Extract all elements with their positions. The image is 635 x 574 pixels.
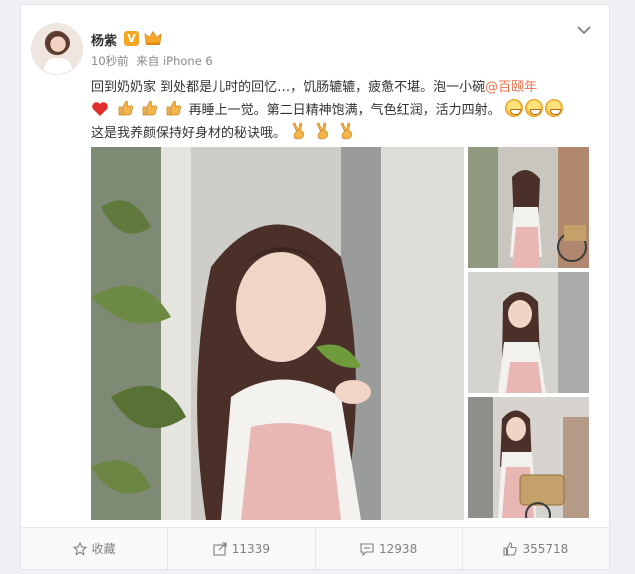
- avatar-face: [46, 32, 70, 54]
- comment-button[interactable]: 12938: [316, 528, 463, 569]
- avatar[interactable]: [31, 23, 83, 75]
- verified-badge-icon[interactable]: V: [124, 31, 139, 46]
- grin-emoji: [524, 99, 543, 117]
- comment-count: 12938: [379, 541, 418, 556]
- favorite-label: 收藏: [91, 542, 116, 556]
- thumbnail-1-illustration: [468, 147, 589, 268]
- grin-emoji: [504, 99, 523, 117]
- like-icon: [503, 541, 518, 556]
- thumbnail-photo-2[interactable]: [468, 272, 589, 393]
- post-time[interactable]: 10秒前: [91, 54, 129, 68]
- grin-emoji: [544, 99, 563, 117]
- heart-emoji: [92, 102, 108, 116]
- chevron-down-icon[interactable]: [577, 25, 591, 35]
- comment-icon: [360, 542, 374, 556]
- victory-emoji: [316, 122, 329, 140]
- victory-emoji: [340, 122, 353, 140]
- post-text-line1: 回到奶奶家 到处都是儿时的回忆…，饥肠辘辘，疲惫不堪。泡一小碗@百颐年: [91, 77, 596, 99]
- main-photo[interactable]: [91, 147, 464, 520]
- post-text-line3: 这是我养颜保持好身材的秘诀哦。: [91, 122, 596, 145]
- thumbs-up-emoji: [142, 100, 158, 116]
- repost-button[interactable]: 11339: [168, 528, 316, 569]
- thumbs-up-emoji: [118, 100, 134, 116]
- post-text-line2: 再睡上一觉。第二日精神饱满，气色红润，活力四射。: [91, 99, 596, 122]
- thumbnail-2-illustration: [468, 272, 589, 393]
- like-button[interactable]: 355718: [463, 528, 609, 569]
- mention-link[interactable]: @百颐年: [485, 80, 537, 95]
- thumbnail-3-illustration: [468, 397, 589, 518]
- post-text-segment1: 回到奶奶家 到处都是儿时的回忆…，饥肠辘辘，疲惫不堪。泡一小碗: [91, 80, 486, 95]
- action-bar: 收藏 11339 12938 355718: [21, 527, 609, 569]
- post-source: 来自 iPhone 6: [136, 54, 213, 68]
- post-text-segment2: 再睡上一觉。第二日精神饱满，气色红润，活力四射。: [188, 103, 501, 118]
- favorite-button[interactable]: 收藏: [21, 528, 169, 569]
- thumbnail-photo-3[interactable]: [468, 397, 589, 518]
- post-meta: 10秒前 来自 iPhone 6: [91, 53, 217, 69]
- member-crown-icon[interactable]: [144, 30, 162, 46]
- main-photo-illustration: [91, 147, 464, 520]
- thumbs-up-emoji: [167, 100, 182, 116]
- star-icon: [72, 541, 87, 556]
- avatar-shirt: [43, 57, 73, 74]
- weibo-post-card: 杨紫 V 10秒前 来自 iPhone 6 回到奶奶家 到处都是儿时的回忆…，饥…: [20, 4, 610, 570]
- like-count: 355718: [522, 541, 569, 556]
- post-text-segment3: 这是我养颜保持好身材的秘诀哦。: [91, 126, 287, 141]
- thumbnail-photo-1[interactable]: [468, 147, 589, 268]
- post-text: 回到奶奶家 到处都是儿时的回忆…，饥肠辘辘，疲惫不堪。泡一小碗@百颐年 再睡上一…: [91, 77, 596, 145]
- repost-count: 11339: [231, 541, 270, 556]
- victory-emoji: [292, 122, 305, 140]
- user-name[interactable]: 杨紫: [91, 30, 117, 49]
- share-icon: [213, 541, 227, 556]
